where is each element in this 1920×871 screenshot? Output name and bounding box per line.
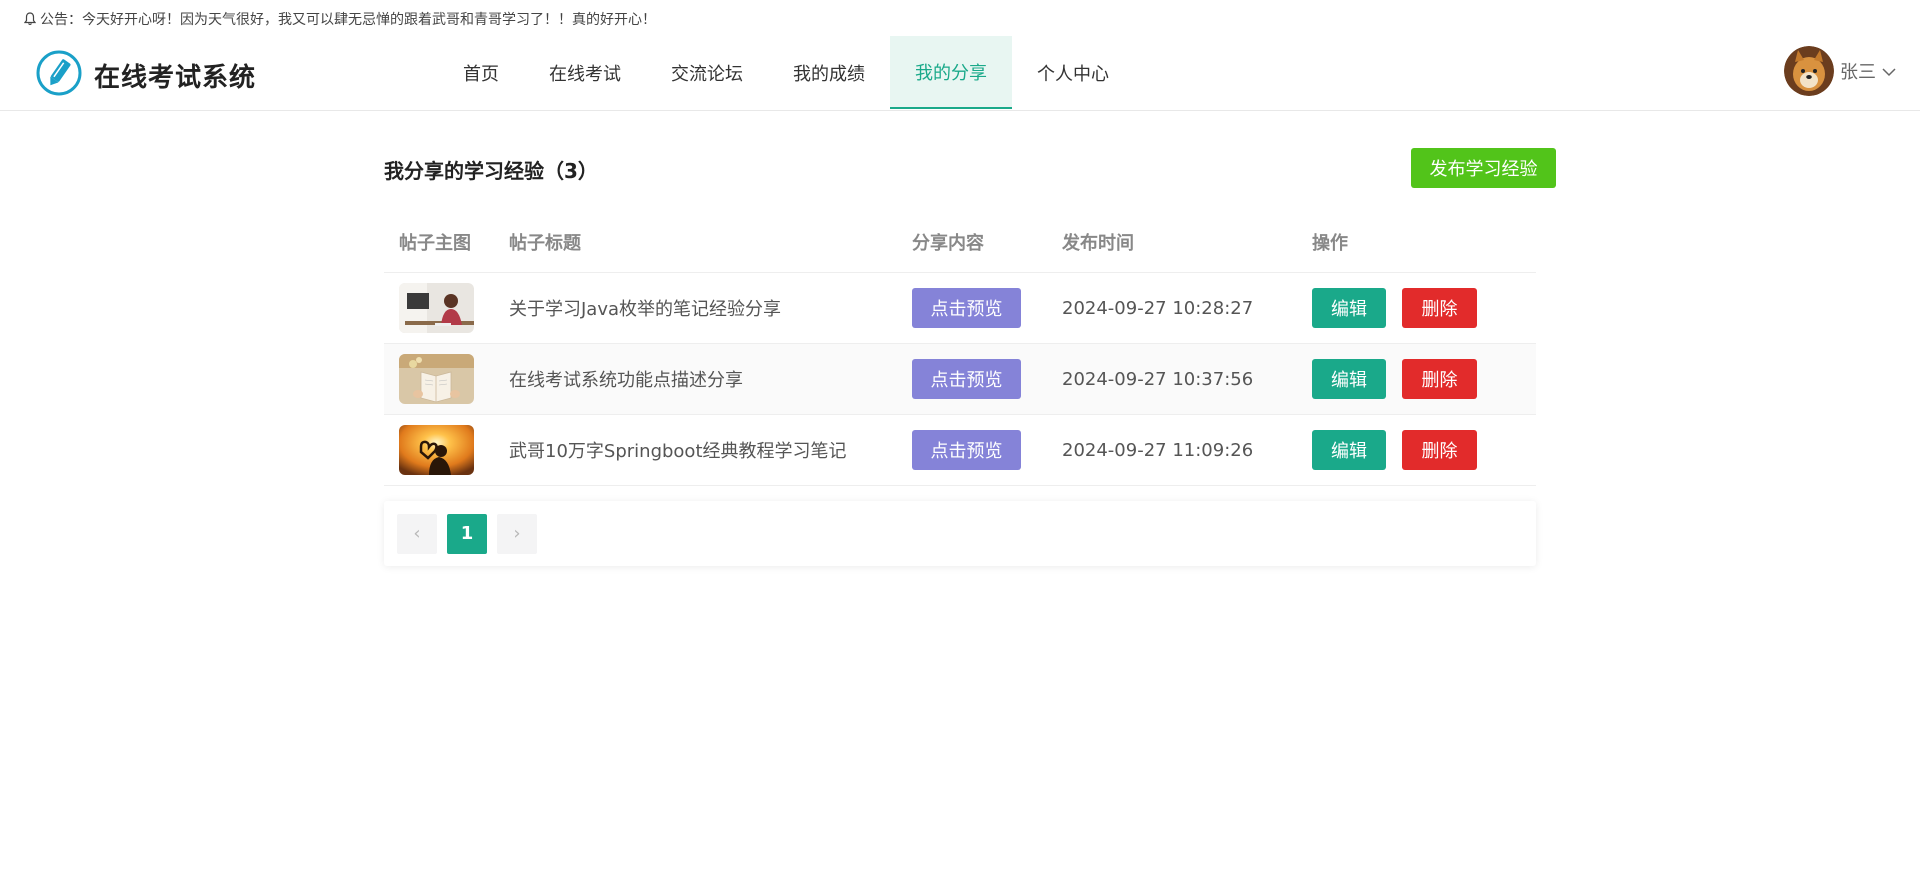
post-thumbnail[interactable] (399, 425, 474, 475)
post-title[interactable]: 武哥10万字Springboot经典教程学习笔记 (509, 437, 912, 463)
shares-table: 帖子主图 帖子标题 分享内容 发布时间 操作 关于学习Java枚举的笔记经验分享… (384, 211, 1536, 486)
edit-button[interactable]: 编辑 (1312, 359, 1386, 399)
pencil-icon (36, 50, 82, 100)
delete-button[interactable]: 删除 (1402, 288, 1477, 328)
post-title[interactable]: 在线考试系统功能点描述分享 (509, 366, 912, 392)
publish-experience-button[interactable]: 发布学习经验 (1411, 148, 1556, 188)
logo[interactable]: 在线考试系统 (36, 50, 256, 100)
table-row: 关于学习Java枚举的笔记经验分享 点击预览 2024-09-27 10:28:… (384, 273, 1536, 344)
notice-text: 公告：今天好开心呀！因为天气很好，我又可以肆无忌惮的跟着武哥和青哥学习了！！真的… (40, 12, 656, 28)
user-name: 张三 (1840, 62, 1876, 83)
pagination: ‹ 1 › (384, 501, 1536, 566)
nav-item-profile[interactable]: 个人中心 (1012, 36, 1134, 109)
nav-item-my-scores[interactable]: 我的成绩 (768, 36, 890, 109)
delete-button[interactable]: 删除 (1402, 359, 1477, 399)
publish-time: 2024-09-27 10:28:27 (1062, 297, 1254, 319)
nav-item-home[interactable]: 首页 (438, 36, 524, 109)
top-header: 在线考试系统 首页 在线考试 交流论坛 我的成绩 我的分享 个人中心 张三 (0, 36, 1920, 111)
app-title: 在线考试系统 (94, 62, 257, 93)
page-number-1[interactable]: 1 (447, 513, 487, 554)
publish-time: 2024-09-27 11:09:26 (1062, 439, 1254, 461)
table-row: 在线考试系统功能点描述分享 点击预览 2024-09-27 10:37:56 编… (384, 344, 1536, 415)
user-menu[interactable]: 张三 (1784, 46, 1896, 96)
edit-button[interactable]: 编辑 (1312, 430, 1386, 470)
table-row: 武哥10万字Springboot经典教程学习笔记 点击预览 2024-09-27… (384, 415, 1536, 486)
header-actions: 操作 (1312, 232, 1348, 254)
delete-button[interactable]: 删除 (1402, 430, 1477, 470)
post-title[interactable]: 关于学习Java枚举的笔记经验分享 (509, 295, 912, 321)
header-time: 发布时间 (1062, 232, 1134, 254)
preview-button[interactable]: 点击预览 (912, 359, 1021, 399)
post-thumbnail[interactable] (399, 354, 474, 404)
prev-page-button[interactable]: ‹ (397, 513, 437, 554)
notice-bar: 公告：今天好开心呀！因为天气很好，我又可以肆无忌惮的跟着武哥和青哥学习了！！真的… (24, 8, 656, 30)
next-page-button[interactable]: › (497, 513, 537, 554)
nav-item-online-exam[interactable]: 在线考试 (524, 36, 646, 109)
preview-button[interactable]: 点击预览 (912, 288, 1021, 328)
table-header: 帖子主图 帖子标题 分享内容 发布时间 操作 (384, 211, 1536, 273)
header-title: 帖子标题 (509, 232, 581, 254)
nav-item-my-shares[interactable]: 我的分享 (890, 36, 1012, 109)
avatar (1784, 46, 1834, 96)
post-thumbnail[interactable] (399, 283, 474, 333)
publish-time: 2024-09-27 10:37:56 (1062, 368, 1254, 390)
page-title: 我分享的学习经验（3） (384, 159, 598, 183)
preview-button[interactable]: 点击预览 (912, 430, 1021, 470)
bell-icon (24, 12, 36, 26)
main-nav: 首页 在线考试 交流论坛 我的成绩 我的分享 个人中心 (438, 36, 1134, 109)
edit-button[interactable]: 编辑 (1312, 288, 1386, 328)
chevron-down-icon (1882, 61, 1896, 82)
header-content: 分享内容 (912, 232, 984, 254)
nav-item-forum[interactable]: 交流论坛 (646, 36, 768, 109)
header-main-image: 帖子主图 (399, 232, 471, 254)
